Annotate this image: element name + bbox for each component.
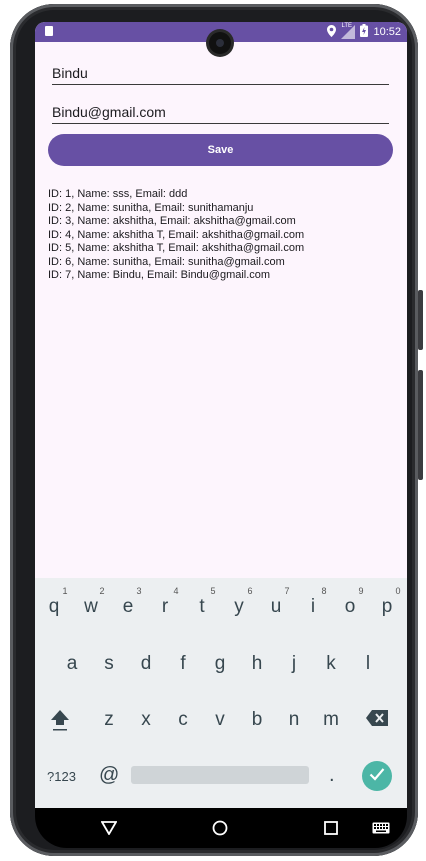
back-icon[interactable]: [100, 821, 118, 840]
network-label: LTE: [341, 23, 353, 29]
sim-icon: [45, 26, 53, 36]
key-k[interactable]: k: [316, 653, 346, 675]
key-i[interactable]: i: [298, 596, 328, 618]
front-camera: [209, 32, 231, 54]
list-item: ID: 7, Name: Bindu, Email: Bindu@gmail.c…: [48, 269, 271, 281]
key-d[interactable]: d: [131, 653, 161, 675]
recents-icon[interactable]: [324, 821, 338, 840]
email-value: Bindu@gmail.com: [52, 104, 166, 120]
name-value: Bindu: [52, 65, 88, 81]
volume-button: [418, 370, 423, 480]
key-n[interactable]: n: [279, 709, 309, 731]
key-hint: 1: [62, 586, 68, 596]
soft-keyboard: 1 2 3 4 5 6 7 8 9 0 q w e r t y u i o p …: [35, 578, 407, 808]
key-x[interactable]: x: [131, 709, 161, 731]
records-list: ID: 1, Name: sss, Email: ddd ID: 2, Name…: [48, 188, 304, 283]
key-v[interactable]: v: [205, 709, 235, 731]
shift-icon[interactable]: [45, 708, 75, 738]
email-field[interactable]: Bindu@gmail.com: [52, 98, 389, 124]
key-hint: 5: [210, 586, 216, 596]
list-item: ID: 1, Name: sss, Email: ddd: [48, 188, 188, 200]
key-f[interactable]: f: [168, 653, 198, 675]
list-item: ID: 5, Name: akshitha T, Email: akshitha…: [48, 242, 305, 254]
period-key[interactable]: .: [329, 764, 335, 787]
navigation-bar: [35, 808, 407, 848]
key-h[interactable]: h: [242, 653, 272, 675]
save-button-label: Save: [207, 144, 234, 156]
space-bar[interactable]: [131, 766, 309, 784]
backspace-icon[interactable]: [362, 709, 392, 733]
battery-icon: [360, 24, 369, 40]
key-hint: 0: [395, 586, 401, 596]
key-hint: 7: [284, 586, 290, 596]
key-t[interactable]: t: [187, 596, 217, 618]
power-button: [418, 290, 423, 350]
key-e[interactable]: e: [113, 596, 143, 618]
key-hint: 4: [173, 586, 179, 596]
symbols-key[interactable]: ?123: [47, 769, 76, 784]
key-y[interactable]: y: [224, 596, 254, 618]
key-u[interactable]: u: [261, 596, 291, 618]
at-key[interactable]: @: [99, 764, 119, 787]
signal-icon: LTE: [341, 23, 356, 39]
key-j[interactable]: j: [279, 653, 309, 675]
key-c[interactable]: c: [168, 709, 198, 731]
key-q[interactable]: q: [39, 596, 69, 618]
location-icon: [327, 24, 337, 40]
key-hint: 8: [321, 586, 327, 596]
key-hint: 3: [136, 586, 142, 596]
list-item: ID: 3, Name: akshitha, Email: akshitha@g…: [48, 215, 296, 227]
clock: 10:52: [373, 26, 401, 38]
list-item: ID: 4, Name: akshitha T, Email: akshitha…: [48, 228, 305, 241]
key-o[interactable]: o: [335, 596, 365, 618]
key-p[interactable]: p: [372, 596, 402, 618]
check-icon: [369, 767, 385, 786]
name-field[interactable]: Bindu: [52, 59, 389, 85]
key-a[interactable]: a: [57, 653, 87, 675]
enter-key[interactable]: [362, 761, 392, 791]
key-hint: 6: [247, 586, 253, 596]
key-hint: 2: [99, 586, 105, 596]
save-button[interactable]: Save: [48, 134, 393, 166]
key-w[interactable]: w: [76, 596, 106, 618]
key-b[interactable]: b: [242, 709, 272, 731]
home-icon[interactable]: [212, 820, 228, 841]
list-item: ID: 6, Name: sunitha, Email: sunitha@gma…: [48, 255, 285, 268]
keyboard-switch-icon[interactable]: [372, 821, 390, 839]
key-g[interactable]: g: [205, 653, 235, 675]
app-screen: LTE 10:52 Bindu Bindu@gmail.com Save ID:…: [35, 22, 407, 808]
list-item: ID: 2, Name: sunitha, Email: sunithamanj…: [48, 201, 254, 214]
key-l[interactable]: l: [353, 653, 383, 675]
key-z[interactable]: z: [94, 709, 124, 731]
key-r[interactable]: r: [150, 596, 180, 618]
key-m[interactable]: m: [316, 709, 346, 731]
key-hint: 9: [358, 586, 364, 596]
key-s[interactable]: s: [94, 653, 124, 675]
